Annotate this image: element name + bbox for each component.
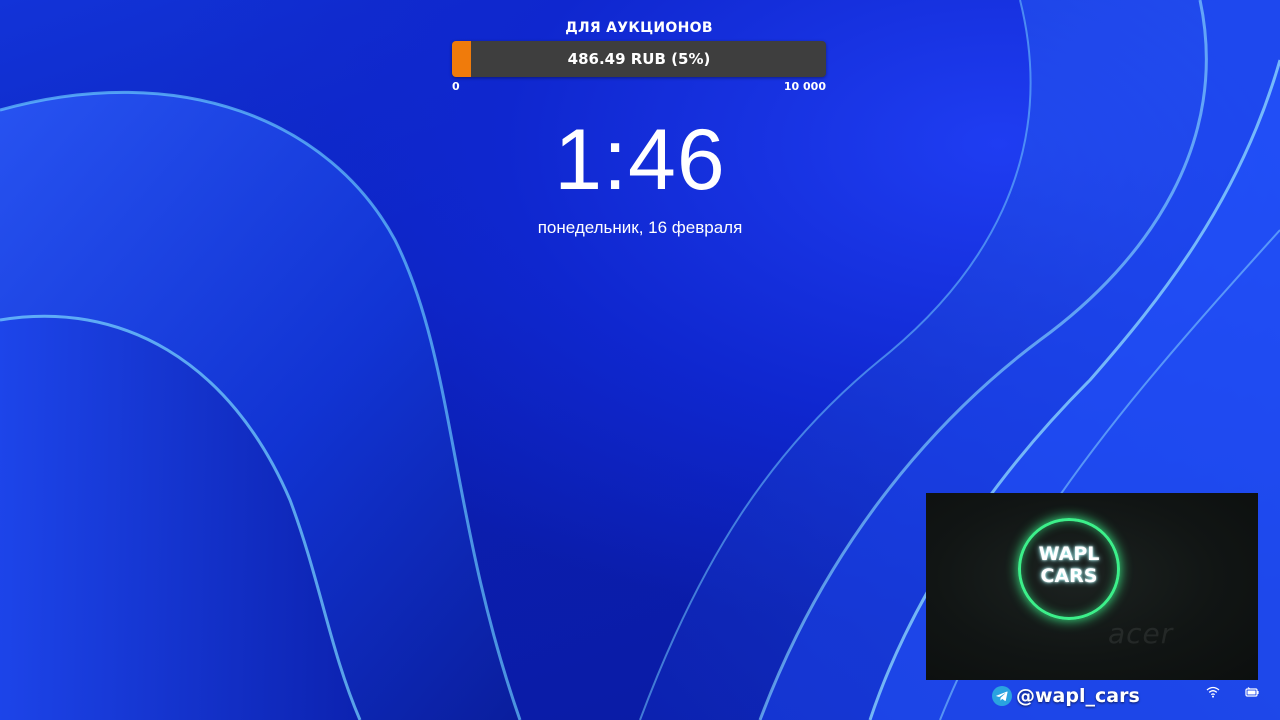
goal-scale-min: 0 <box>452 80 460 93</box>
goal-title: ДЛЯ АУКЦИОНОВ <box>565 20 713 36</box>
acer-logo: acer <box>1108 617 1174 650</box>
goal-scale-max: 10 000 <box>783 80 826 93</box>
telegram-handle-text: @wapl_cars <box>1016 685 1140 707</box>
goal-progress-bar: 486.49 RUB (5%) <box>452 41 826 77</box>
goal-scale: 0 10 000 <box>452 80 826 96</box>
lock-screen: ДЛЯ АУКЦИОНОВ 486.49 RUB (5%) 0 10 000 1… <box>0 0 1280 720</box>
lock-screen-date: понедельник, 16 февраля <box>537 218 743 237</box>
webcam-overlay: WAPL CARS acer <box>926 493 1258 680</box>
wapl-cars-logo: WAPL CARS <box>1038 543 1100 587</box>
battery-icon[interactable] <box>1245 686 1259 698</box>
lock-screen-time: 1:46 <box>554 112 726 208</box>
telegram-handle: @wapl_cars <box>992 684 1140 708</box>
wifi-icon[interactable] <box>1206 686 1220 698</box>
donation-goal-widget: ДЛЯ АУКЦИОНОВ 486.49 RUB (5%) 0 10 000 <box>452 18 826 96</box>
telegram-icon <box>992 686 1012 706</box>
goal-amount: 486.49 RUB (5%) <box>567 50 711 68</box>
